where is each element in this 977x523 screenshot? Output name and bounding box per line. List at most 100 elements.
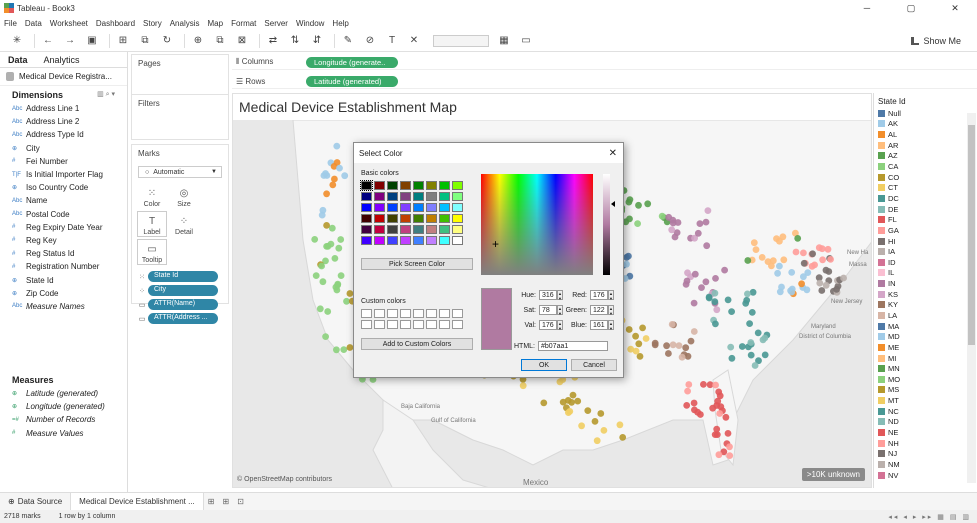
custom-color-swatch[interactable] — [400, 309, 411, 318]
establishment-mark[interactable] — [742, 300, 750, 307]
custom-color-swatch[interactable] — [361, 309, 372, 318]
dimension-field[interactable]: ⊕ Zip Code — [0, 287, 127, 300]
establishment-mark[interactable] — [778, 283, 785, 291]
menu-data[interactable]: Data — [25, 19, 42, 28]
legend-item[interactable]: HI — [874, 236, 977, 247]
redo-icon[interactable]: → — [61, 33, 79, 49]
swap-icon[interactable]: ⇄ — [264, 33, 282, 49]
establishment-mark[interactable] — [776, 237, 783, 245]
establishment-mark[interactable] — [726, 452, 734, 459]
basic-color-swatch[interactable] — [439, 236, 450, 245]
establishment-mark[interactable] — [669, 341, 677, 349]
legend-item[interactable]: NJ — [874, 449, 977, 460]
fit-dropdown[interactable] — [433, 34, 489, 47]
legend-item[interactable]: MN — [874, 363, 977, 374]
legend-item[interactable]: ME — [874, 342, 977, 353]
establishment-mark[interactable] — [800, 249, 807, 257]
basic-color-swatch[interactable] — [452, 192, 463, 201]
menu-map[interactable]: Map — [208, 19, 224, 28]
establishment-mark[interactable] — [343, 297, 350, 305]
city-pill[interactable]: City — [148, 285, 218, 296]
blue-value[interactable]: 161 — [590, 320, 608, 330]
basic-color-swatch[interactable] — [439, 225, 450, 234]
establishment-mark[interactable] — [635, 340, 643, 348]
dimension-field[interactable]: Abc Address Line 2 — [0, 115, 127, 128]
establishment-mark[interactable] — [798, 280, 805, 288]
establishment-mark[interactable] — [761, 334, 769, 342]
sat-spinbox[interactable]: Sat: 78 ▲ ▼ — [516, 305, 563, 316]
new-worksheet-icon[interactable]: ⊞ — [208, 497, 215, 506]
custom-color-swatch[interactable] — [387, 320, 398, 329]
establishment-mark[interactable] — [671, 233, 679, 241]
blue-spinbox[interactable]: Blue: 161 ▲ ▼ — [562, 320, 614, 331]
custom-color-swatch[interactable] — [452, 320, 463, 329]
custom-color-swatch[interactable] — [426, 320, 437, 329]
hue-value[interactable]: 316 — [539, 290, 557, 300]
add-custom-colors-button[interactable]: Add to Custom Colors — [361, 338, 473, 350]
minimize-button[interactable]: ─ — [845, 3, 889, 14]
dimension-field[interactable]: # Reg Expiry Date Year — [0, 221, 127, 234]
basic-color-swatch[interactable] — [452, 236, 463, 245]
establishment-mark[interactable] — [623, 260, 630, 268]
basic-color-swatch[interactable] — [426, 203, 437, 212]
establishment-mark[interactable] — [815, 244, 823, 252]
new-worksheet-icon[interactable]: ⊕ — [189, 33, 207, 49]
establishment-mark[interactable] — [626, 215, 633, 223]
establishment-mark[interactable] — [559, 398, 567, 406]
sheet-navigation-icons[interactable]: ◂◂ ◂ ▸ ▸▸ ▦ ▤ ▥ — [888, 513, 971, 521]
refresh-icon[interactable]: ↻ — [158, 33, 176, 49]
basic-color-swatch[interactable] — [387, 214, 398, 223]
longitude-pill[interactable]: Longitude (generate.. — [306, 56, 398, 68]
legend-item[interactable]: MD — [874, 331, 977, 342]
label-button[interactable]: T Label — [137, 211, 167, 237]
legend-item[interactable]: FL — [874, 214, 977, 225]
establishment-mark[interactable] — [519, 382, 527, 390]
custom-color-swatch[interactable] — [387, 309, 398, 318]
establishment-mark[interactable] — [597, 410, 605, 417]
legend-item[interactable]: IN — [874, 278, 977, 289]
tooltip-button[interactable]: ▭ Tooltip — [137, 239, 167, 265]
establishment-mark[interactable] — [540, 399, 548, 407]
legend-item[interactable]: MT — [874, 395, 977, 406]
basic-color-swatch[interactable] — [426, 192, 437, 201]
basic-color-swatch[interactable] — [361, 203, 372, 212]
establishment-mark[interactable] — [746, 320, 753, 327]
legend-item[interactable]: NV — [874, 470, 977, 481]
basic-color-swatch[interactable] — [426, 236, 437, 245]
establishment-mark[interactable] — [715, 388, 723, 396]
dimension-field[interactable]: Abc Address Type Id — [0, 128, 127, 141]
establishment-mark[interactable] — [337, 272, 345, 279]
dimension-field[interactable]: ⊕ Iso Country Code — [0, 181, 127, 194]
legend-item[interactable]: CT — [874, 182, 977, 193]
establishment-mark[interactable] — [752, 246, 760, 253]
legend-item[interactable]: MA — [874, 321, 977, 332]
custom-color-swatch[interactable] — [413, 320, 424, 329]
establishment-mark[interactable] — [619, 434, 627, 441]
establishment-mark[interactable] — [738, 343, 746, 350]
detail-button[interactable]: ⁘ Detail — [169, 211, 199, 237]
establishment-mark[interactable] — [682, 344, 690, 352]
legend-item[interactable]: AK — [874, 119, 977, 130]
establishment-mark[interactable] — [626, 196, 634, 203]
menu-story[interactable]: Story — [143, 19, 162, 28]
establishment-mark[interactable] — [632, 347, 640, 355]
undo-icon[interactable]: ← — [39, 33, 57, 49]
establishment-mark[interactable] — [713, 402, 721, 409]
pages-card[interactable]: Pages — [131, 54, 229, 98]
basic-color-swatch[interactable] — [400, 236, 411, 245]
establishment-mark[interactable] — [703, 242, 711, 250]
basic-color-swatch[interactable] — [452, 225, 463, 234]
cancel-button[interactable]: Cancel — [571, 359, 617, 371]
basic-color-swatch[interactable] — [400, 225, 411, 234]
establishment-mark[interactable] — [840, 274, 847, 282]
legend-item[interactable]: LA — [874, 310, 977, 321]
basic-color-swatch[interactable] — [387, 203, 398, 212]
tab-data[interactable]: Data — [0, 52, 36, 67]
establishment-mark[interactable] — [794, 235, 802, 242]
basic-color-swatch[interactable] — [439, 214, 450, 223]
measure-field[interactable]: ⊕ Latitude (generated) — [0, 387, 127, 400]
html-value[interactable]: #b07aa1 — [538, 341, 608, 351]
legend-item[interactable]: ND — [874, 417, 977, 428]
basic-color-swatch[interactable] — [426, 214, 437, 223]
establishment-mark[interactable] — [312, 272, 320, 279]
